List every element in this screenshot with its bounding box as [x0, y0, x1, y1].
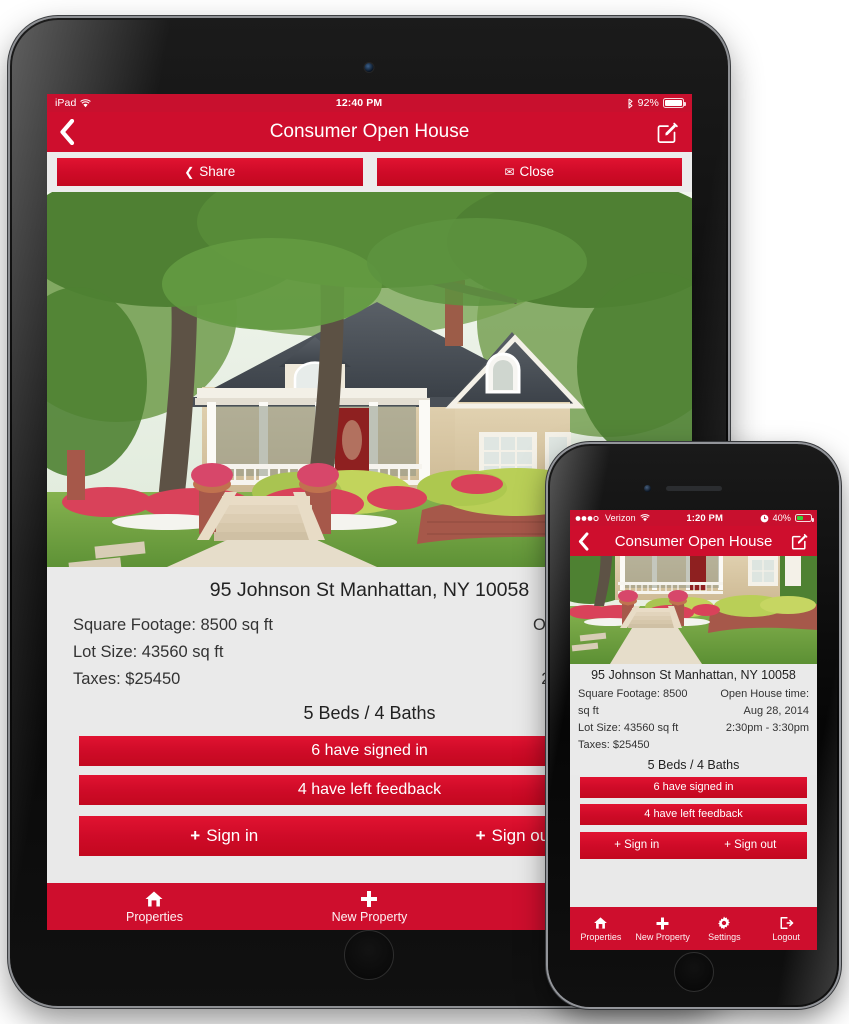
sign-in-label: Sign in: [206, 826, 259, 845]
plus-icon: [655, 915, 670, 931]
home-icon: [144, 889, 164, 909]
page-title: Consumer Open House: [269, 121, 470, 142]
wifi-icon: [640, 514, 650, 522]
status-time: 1:20 PM: [686, 512, 723, 524]
property-photo[interactable]: [570, 556, 817, 664]
sign-out-label: Sign out: [491, 826, 554, 845]
plus-icon: [359, 889, 379, 909]
status-left: iPad: [55, 97, 92, 109]
tab-new-property[interactable]: New Property: [632, 915, 694, 942]
lot-size: Lot Size: 43560 sq ft: [73, 643, 224, 661]
carrier-label: Verizon: [605, 513, 636, 523]
status-right: 40%: [760, 513, 814, 523]
property-details-left: Square Footage: 8500 sq ft Lot Size: 435…: [73, 612, 370, 693]
ipad-home-button[interactable]: [344, 930, 394, 980]
status-left: Verizon: [575, 513, 650, 523]
square-footage: Square Footage: 8500: [578, 687, 688, 700]
plus-icon: +: [614, 839, 621, 851]
open-house-time-label: Open House time:: [720, 687, 809, 700]
sign-out-label: Sign out: [734, 839, 777, 851]
taxes: Taxes: $25450: [73, 670, 181, 688]
square-footage: Square Footage: 8500 sq ft: [73, 616, 273, 634]
back-button[interactable]: [59, 119, 89, 145]
alarm-icon: [760, 514, 769, 523]
signal-dots-icon: [575, 515, 601, 522]
carrier-label: iPad: [55, 97, 77, 109]
signed-in-count-button[interactable]: 6 have signed in: [580, 777, 807, 798]
iphone-screen: Verizon 1:20 PM 40% Consumer Open House …: [570, 510, 817, 950]
edit-pencil-icon: [657, 122, 678, 143]
tab-properties-label: Properties: [125, 910, 183, 924]
iphone-front-camera-icon: [644, 485, 651, 492]
edit-button[interactable]: [790, 532, 809, 551]
tab-settings[interactable]: Settings: [694, 915, 756, 942]
home-icon: [593, 915, 608, 931]
iphone-tab-bar: Properties New Property Settings Logout: [570, 907, 817, 950]
iphone-stats-section: 6 have signed in 4 have left feedback: [570, 775, 817, 825]
bluetooth-icon: [627, 98, 634, 109]
battery-percent-label: 92%: [637, 97, 659, 109]
ipad-status-bar: iPad 12:40 PM 92%: [47, 94, 692, 112]
edit-button[interactable]: [655, 120, 680, 145]
chevron-left-icon: [578, 531, 589, 551]
plus-icon: +: [724, 839, 731, 851]
devices-mockup: iPad 12:40 PM 92% Consumer Open House ❮ …: [0, 0, 849, 1024]
tab-properties[interactable]: Properties: [47, 889, 262, 924]
iphone-device: Verizon 1:20 PM 40% Consumer Open House …: [548, 444, 839, 1007]
property-info-panel: 95 Johnson St Manhattan, NY 10058 Square…: [570, 664, 817, 775]
sign-out-button[interactable]: + Sign out: [693, 832, 807, 859]
square-footage-unit: sq ft: [578, 704, 599, 717]
gear-icon: [717, 915, 731, 931]
tab-properties[interactable]: Properties: [570, 915, 632, 942]
back-button[interactable]: [578, 531, 594, 551]
taxes: Taxes: $25450: [578, 738, 650, 751]
open-house-date: Aug 28, 2014: [743, 704, 809, 717]
share-icon: ❮: [184, 165, 195, 179]
property-details-right: Open House time: Aug 28, 2014 2:30pm - 3…: [694, 685, 809, 753]
sign-in-button[interactable]: + Sign in: [580, 832, 694, 859]
tab-new-property[interactable]: New Property: [262, 889, 477, 924]
status-time: 12:40 PM: [335, 97, 383, 109]
close-label: Close: [519, 164, 555, 179]
tab-new-property-label: New Property: [635, 932, 690, 942]
wifi-icon: [80, 98, 92, 108]
feedback-count-button[interactable]: 4 have left feedback: [580, 804, 807, 825]
iphone-status-bar: Verizon 1:20 PM 40%: [570, 510, 817, 526]
property-address: 95 Johnson St Manhattan, NY 10058: [591, 668, 796, 682]
battery-icon: [795, 514, 814, 522]
share-label: Share: [199, 164, 236, 179]
iphone-sign-row: + Sign in + Sign out: [570, 831, 817, 859]
page-title: Consumer Open House: [614, 532, 773, 550]
chevron-left-icon: [60, 119, 75, 145]
sign-in-label: Sign in: [624, 839, 660, 851]
tab-settings-label: Settings: [708, 932, 741, 942]
edit-pencil-icon: [791, 533, 808, 550]
share-button[interactable]: ❮ Share: [57, 158, 363, 186]
sign-in-button[interactable]: + Sign in: [79, 816, 370, 856]
status-right: 92%: [627, 97, 686, 109]
property-details: Square Footage: 8500 sq ft Lot Size: 435…: [570, 685, 817, 753]
logout-icon: [779, 915, 794, 931]
ipad-front-camera-icon: [364, 63, 374, 72]
beds-baths: 5 Beds / 4 Baths: [647, 758, 740, 772]
lot-size: Lot Size: 43560 sq ft: [578, 721, 679, 734]
open-house-hours: 2:30pm - 3:30pm: [725, 721, 809, 734]
tab-logout[interactable]: Logout: [755, 915, 817, 942]
tab-new-property-label: New Property: [331, 910, 408, 924]
property-details-left: Square Footage: 8500 sq ft Lot Size: 435…: [578, 685, 694, 753]
tab-properties-label: Properties: [580, 932, 622, 942]
plus-icon: +: [475, 826, 486, 845]
envelope-icon: ✉: [504, 165, 515, 179]
tab-logout-label: Logout: [772, 932, 800, 942]
iphone-earpiece-speaker: [666, 486, 722, 491]
battery-icon: [663, 98, 686, 108]
ipad-nav-bar: Consumer Open House: [47, 112, 692, 152]
iphone-home-button[interactable]: [673, 952, 714, 992]
battery-percent-label: 40%: [772, 513, 791, 523]
close-button[interactable]: ✉ Close: [376, 158, 682, 186]
iphone-nav-bar: Consumer Open House: [570, 526, 817, 556]
ipad-action-row: ❮ Share ✉ Close: [47, 152, 692, 192]
plus-icon: +: [190, 826, 201, 845]
